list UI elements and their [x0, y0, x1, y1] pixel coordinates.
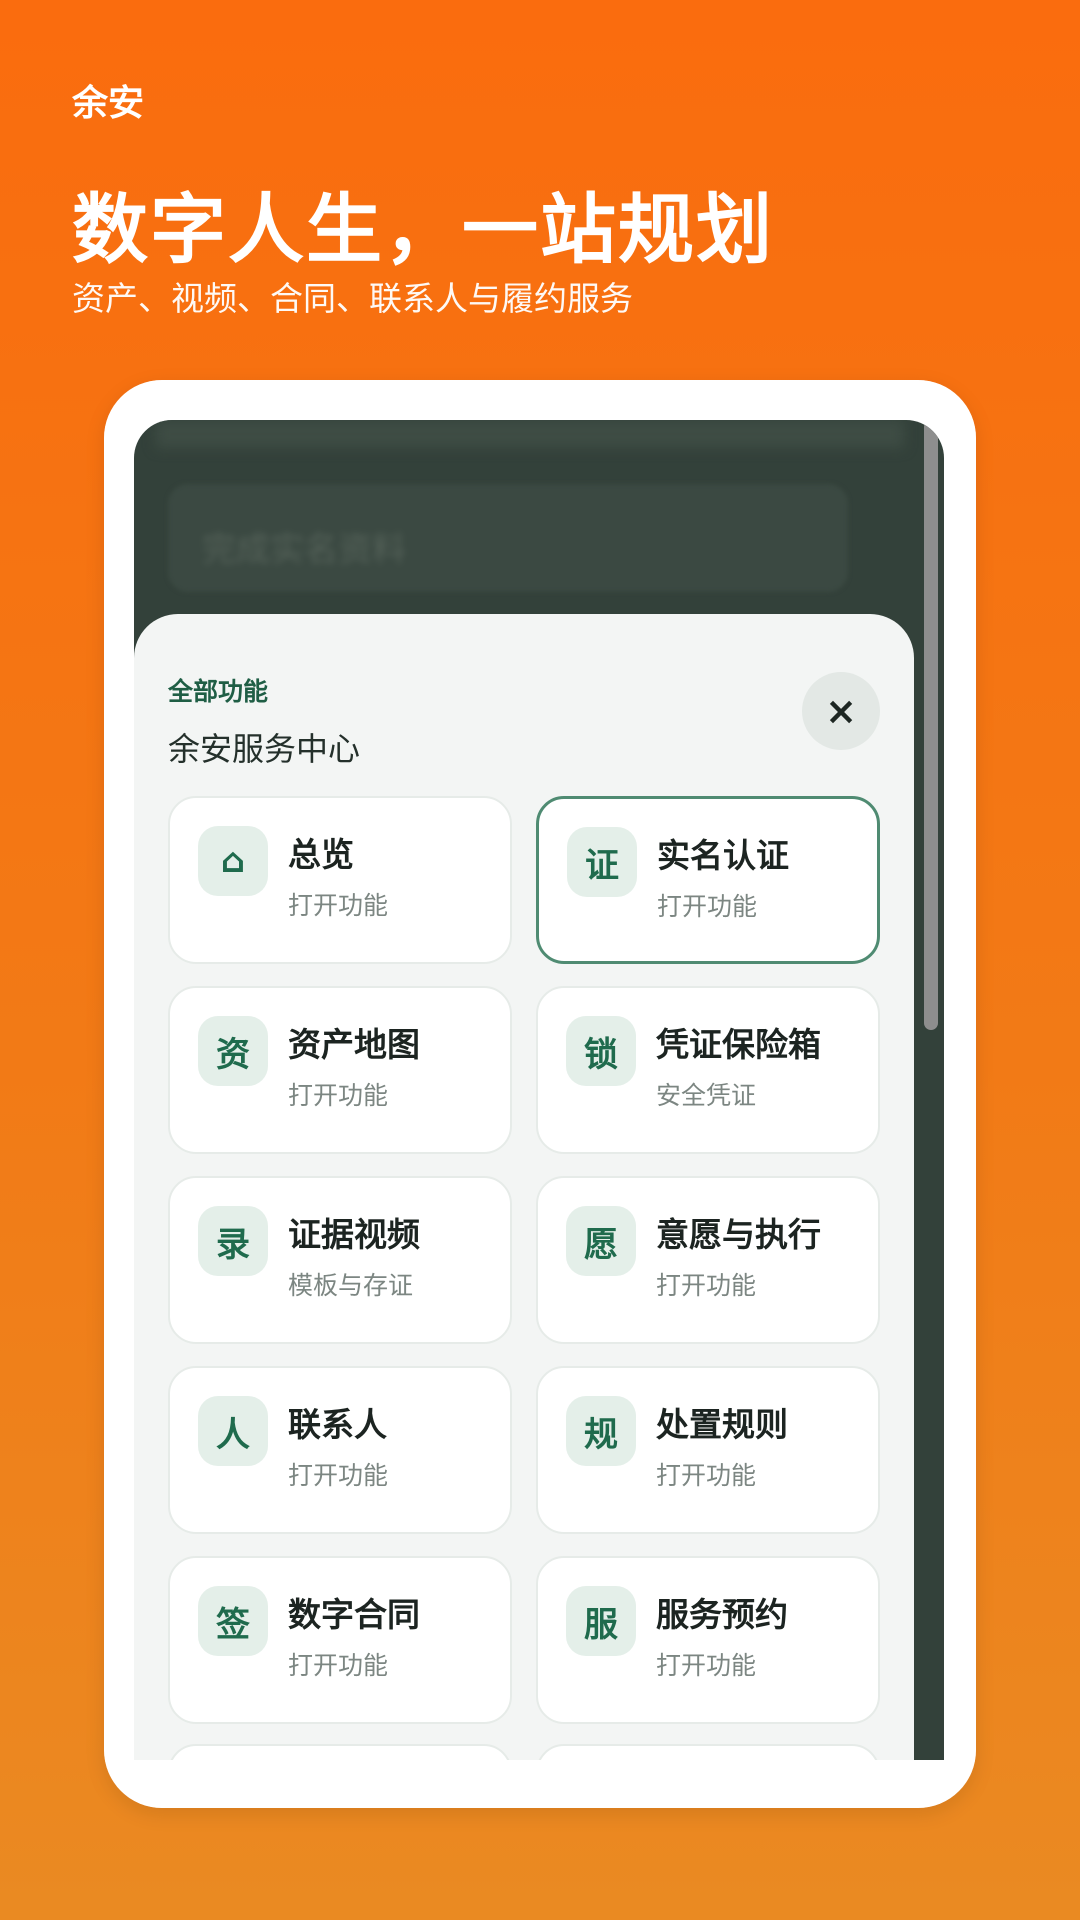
- feature-subtitle: 打开功能: [288, 1081, 389, 1110]
- feature-title: 数字合同: [288, 1595, 420, 1634]
- id-verification-icon: 证: [567, 827, 637, 897]
- home-icon: ⌂: [198, 826, 268, 896]
- asset-map-icon: 资: [198, 1016, 268, 1086]
- evidence-video-icon: 录: [198, 1206, 268, 1276]
- feature-card[interactable]: 录证据视频模板与存证: [168, 1176, 512, 1344]
- feature-title: 资产地图: [288, 1025, 420, 1064]
- subheadline: 资产、视频、合同、联系人与履约服务: [72, 279, 633, 318]
- feature-grid: ⌂ 总览 打开功能证实名认证 打开功能资资产地图 打开功能锁凭证保险箱 安全凭证录证据视频…: [168, 796, 880, 1724]
- feature-subtitle: 模板与存证: [288, 1271, 414, 1300]
- feature-title: 联系人: [288, 1405, 387, 1444]
- feature-card[interactable]: ⌂ 总览打开功能: [168, 796, 512, 964]
- feature-card-peek[interactable]: [536, 1744, 880, 1760]
- feature-title: 处置规则: [656, 1405, 788, 1444]
- app-screen: 完成实名资料 全部功能 余安服务中心 × ⌂ 总览 打开功能证实名认证 打开功能资资产…: [134, 420, 944, 1760]
- feature-subtitle: 打开功能: [288, 1461, 389, 1490]
- feature-subtitle: 打开功能: [656, 1271, 757, 1300]
- brand-name: 余安: [72, 83, 145, 124]
- feature-title: 服务预约: [656, 1595, 788, 1634]
- feature-title: 证据视频: [288, 1215, 420, 1254]
- feature-subtitle: 打开功能: [288, 1651, 389, 1680]
- wishes-icon: 愿: [566, 1206, 636, 1276]
- feature-card[interactable]: 愿意愿与执行打开功能: [536, 1176, 880, 1344]
- feature-card-peek[interactable]: [168, 1744, 512, 1760]
- feature-card[interactable]: 资资产地图打开功能: [168, 986, 512, 1154]
- service-booking-icon: 服: [566, 1586, 636, 1656]
- feature-subtitle: 打开功能: [288, 891, 389, 920]
- feature-title: 凭证保险箱: [656, 1025, 821, 1064]
- feature-subtitle: 打开功能: [656, 1651, 757, 1680]
- next-row-peek: [168, 1744, 880, 1760]
- background-card-text: 完成实名资料: [202, 530, 406, 570]
- background-header-blurred: [156, 420, 904, 448]
- feature-subtitle: 打开功能: [656, 1461, 757, 1490]
- close-button[interactable]: ×: [802, 672, 880, 750]
- feature-card[interactable]: 证实名认证打开功能: [536, 796, 880, 964]
- feature-subtitle: 打开功能: [657, 892, 758, 921]
- background-card-blurred: 完成实名资料: [168, 484, 848, 592]
- vault-lock-icon: 锁: [566, 1016, 636, 1086]
- feature-title: 总览: [288, 835, 354, 874]
- feature-card[interactable]: 规处置规则打开功能: [536, 1366, 880, 1534]
- close-icon: ×: [825, 689, 857, 733]
- feature-card[interactable]: 锁凭证保险箱安全凭证: [536, 986, 880, 1154]
- phone-frame: 完成实名资料 全部功能 余安服务中心 × ⌂ 总览 打开功能证实名认证 打开功能资资产…: [104, 380, 976, 1808]
- feature-title: 意愿与执行: [656, 1215, 821, 1254]
- sheet-title: 余安服务中心: [168, 730, 361, 768]
- feature-card[interactable]: 人联系人打开功能: [168, 1366, 512, 1534]
- rules-icon: 规: [566, 1396, 636, 1466]
- feature-card[interactable]: 签数字合同打开功能: [168, 1556, 512, 1724]
- sheet-kicker: 全部功能: [168, 677, 269, 706]
- contacts-icon: 人: [198, 1396, 268, 1466]
- feature-sheet: 全部功能 余安服务中心 × ⌂ 总览 打开功能证实名认证 打开功能资资产地图 打开功能锁…: [134, 614, 914, 1760]
- headline: 数字人生，一站规划: [72, 185, 774, 274]
- scrollbar[interactable]: [924, 420, 938, 1030]
- feature-title: 实名认证: [657, 836, 789, 875]
- contract-sign-icon: 签: [198, 1586, 268, 1656]
- feature-card[interactable]: 服服务预约打开功能: [536, 1556, 880, 1724]
- feature-subtitle: 安全凭证: [656, 1081, 757, 1110]
